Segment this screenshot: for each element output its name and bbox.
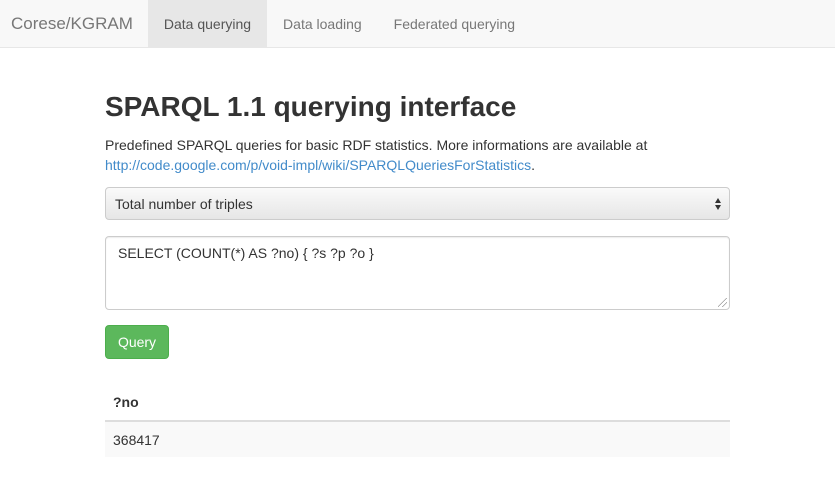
resize-grip-icon[interactable] [718,298,727,307]
nav-federated-querying[interactable]: Federated querying [378,0,531,47]
description: Predefined SPARQL queries for basic RDF … [105,135,730,175]
query-text: SELECT (COUNT(*) AS ?no) { ?s ?p ?o } [118,245,374,261]
nav-data-querying[interactable]: Data querying [147,0,268,47]
column-header-no: ?no [105,384,730,422]
brand-link[interactable]: Corese/KGRAM [0,0,148,47]
results-table: ?no 368417 [105,384,730,457]
nav-data-loading[interactable]: Data loading [267,0,378,47]
description-text: Predefined SPARQL queries for basic RDF … [105,137,648,153]
query-button[interactable]: Query [105,325,169,359]
predefined-query-select[interactable]: Total number of triples [105,187,730,220]
table-cell: 368417 [105,421,730,457]
description-suffix: . [531,157,536,173]
statistics-doc-link[interactable]: http://code.google.com/p/void-impl/wiki/… [105,157,531,173]
select-value: Total number of triples [115,195,253,212]
main-content: SPARQL 1.1 querying interface Predefined… [105,48,730,457]
select-arrows-icon [714,196,722,212]
page-title: SPARQL 1.1 querying interface [105,91,517,122]
query-textarea[interactable]: SELECT (COUNT(*) AS ?no) { ?s ?p ?o } [105,236,730,310]
table-row: 368417 [105,421,730,457]
top-navbar: Corese/KGRAM Data querying Data loading … [0,0,835,48]
table-header-row: ?no [105,384,730,422]
